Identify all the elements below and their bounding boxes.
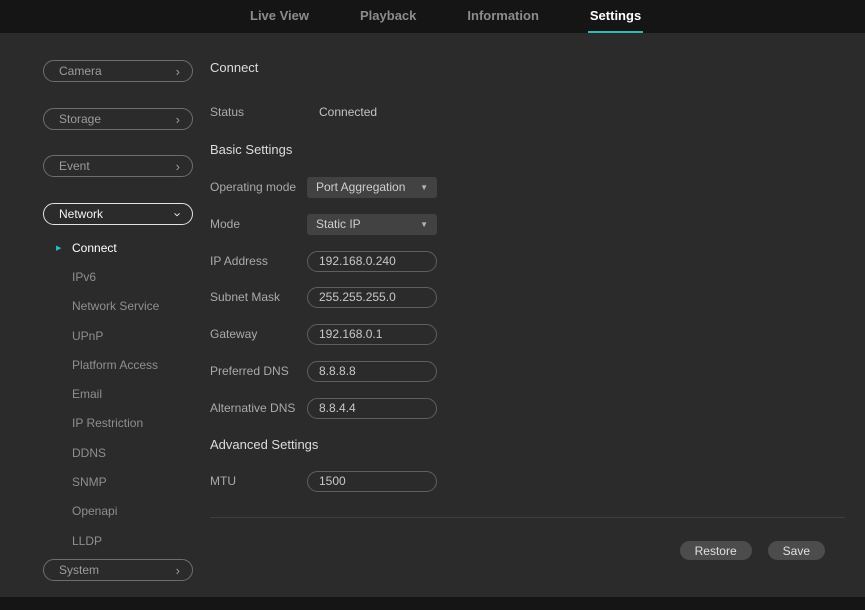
tab-information[interactable]: Information (465, 0, 541, 33)
sidebar-group-event[interactable]: Event › (43, 155, 193, 177)
action-buttons: Restore Save (680, 541, 825, 560)
sidebar-item-openapi[interactable]: Openapi (0, 497, 200, 526)
chevron-right-icon: › (176, 113, 180, 126)
sidebar-item-label: IP Restriction (72, 416, 143, 430)
alternative-dns-row: Alternative DNS (210, 397, 437, 419)
mode-selected-option: Static IP (316, 217, 361, 231)
caret-down-icon: ▼ (420, 183, 428, 192)
sidebar-item-label: LLDP (72, 534, 102, 548)
tab-settings[interactable]: Settings (588, 0, 643, 33)
chevron-right-icon: › (176, 160, 180, 173)
sidebar-group-system[interactable]: System › (43, 559, 193, 581)
mtu-input[interactable] (307, 471, 437, 492)
alternative-dns-label: Alternative DNS (210, 401, 307, 415)
sidebar-item-connect[interactable]: ▶ Connect (0, 233, 200, 262)
top-tabs: Live View Playback Information Settings (248, 0, 643, 33)
sidebar-item-platform-access[interactable]: Platform Access (0, 350, 200, 379)
chevron-right-icon: › (176, 564, 180, 577)
section-title-basic-settings: Basic Settings (210, 142, 292, 157)
sidebar-item-label: UPnP (72, 329, 103, 343)
mtu-label: MTU (210, 474, 307, 488)
sidebar-item-upnp[interactable]: UPnP (0, 321, 200, 350)
active-item-triangle-icon: ▶ (56, 244, 61, 252)
sidebar-item-label: Email (72, 387, 102, 401)
chevron-right-icon: › (176, 65, 180, 78)
sidebar-group-storage[interactable]: Storage › (43, 108, 193, 130)
sidebar-item-ip-restriction[interactable]: IP Restriction (0, 409, 200, 438)
sidebar: Camera › Storage › Event › Network › ▶ C… (0, 33, 200, 597)
top-navigation-bar: Live View Playback Information Settings (0, 0, 865, 33)
sidebar-item-email[interactable]: Email (0, 379, 200, 408)
mtu-row: MTU (210, 470, 437, 492)
gateway-label: Gateway (210, 327, 307, 341)
sidebar-group-system-label: System (59, 563, 99, 577)
tab-playback[interactable]: Playback (358, 0, 418, 33)
mode-select[interactable]: Static IP ▼ (307, 214, 437, 235)
subnet-mask-label: Subnet Mask (210, 290, 307, 304)
operating-mode-row: Operating mode Port Aggregation ▼ (210, 176, 437, 198)
sidebar-item-snmp[interactable]: SNMP (0, 467, 200, 496)
sidebar-item-label: Connect (72, 241, 117, 255)
status-value: Connected (307, 105, 377, 119)
save-button[interactable]: Save (768, 541, 825, 560)
sidebar-group-network-label: Network (59, 207, 103, 221)
main-content: Connect Status Connected Basic Settings … (200, 33, 865, 597)
gateway-input[interactable] (307, 324, 437, 345)
preferred-dns-row: Preferred DNS (210, 360, 437, 382)
ip-address-label: IP Address (210, 254, 307, 268)
alternative-dns-input[interactable] (307, 398, 437, 419)
subnet-mask-input[interactable] (307, 287, 437, 308)
sidebar-item-label: SNMP (72, 475, 107, 489)
section-title-connect: Connect (210, 60, 258, 75)
sidebar-item-label: Network Service (72, 299, 159, 313)
sidebar-item-ipv6[interactable]: IPv6 (0, 262, 200, 291)
sidebar-group-network[interactable]: Network › (43, 203, 193, 225)
sidebar-item-network-service[interactable]: Network Service (0, 292, 200, 321)
tab-live-view[interactable]: Live View (248, 0, 311, 33)
sidebar-group-event-label: Event (59, 159, 90, 173)
divider (210, 517, 845, 518)
ip-address-row: IP Address (210, 250, 437, 272)
restore-button[interactable]: Restore (680, 541, 752, 560)
sidebar-item-label: Openapi (72, 504, 117, 518)
preferred-dns-label: Preferred DNS (210, 364, 307, 378)
sidebar-group-camera[interactable]: Camera › (43, 60, 193, 82)
gateway-row: Gateway (210, 323, 437, 345)
preferred-dns-input[interactable] (307, 361, 437, 382)
mode-row: Mode Static IP ▼ (210, 213, 437, 235)
operating-mode-label: Operating mode (210, 180, 307, 194)
sidebar-group-storage-label: Storage (59, 112, 101, 126)
section-title-advanced-settings: Advanced Settings (210, 437, 318, 452)
status-row: Status Connected (210, 101, 377, 123)
sidebar-item-label: IPv6 (72, 270, 96, 284)
sidebar-group-camera-label: Camera (59, 64, 102, 78)
network-submenu: ▶ Connect IPv6 Network Service UPnP Plat… (0, 233, 200, 555)
ip-address-input[interactable] (307, 251, 437, 272)
subnet-mask-row: Subnet Mask (210, 286, 437, 308)
sidebar-item-lldp[interactable]: LLDP (0, 526, 200, 555)
sidebar-item-ddns[interactable]: DDNS (0, 438, 200, 467)
operating-mode-selected-option: Port Aggregation (316, 180, 405, 194)
operating-mode-select[interactable]: Port Aggregation ▼ (307, 177, 437, 198)
chevron-down-icon: › (171, 212, 184, 216)
status-label: Status (210, 105, 307, 119)
mode-label: Mode (210, 217, 307, 231)
bottom-bar (0, 597, 865, 610)
sidebar-item-label: DDNS (72, 446, 106, 460)
caret-down-icon: ▼ (420, 220, 428, 229)
sidebar-item-label: Platform Access (72, 358, 158, 372)
